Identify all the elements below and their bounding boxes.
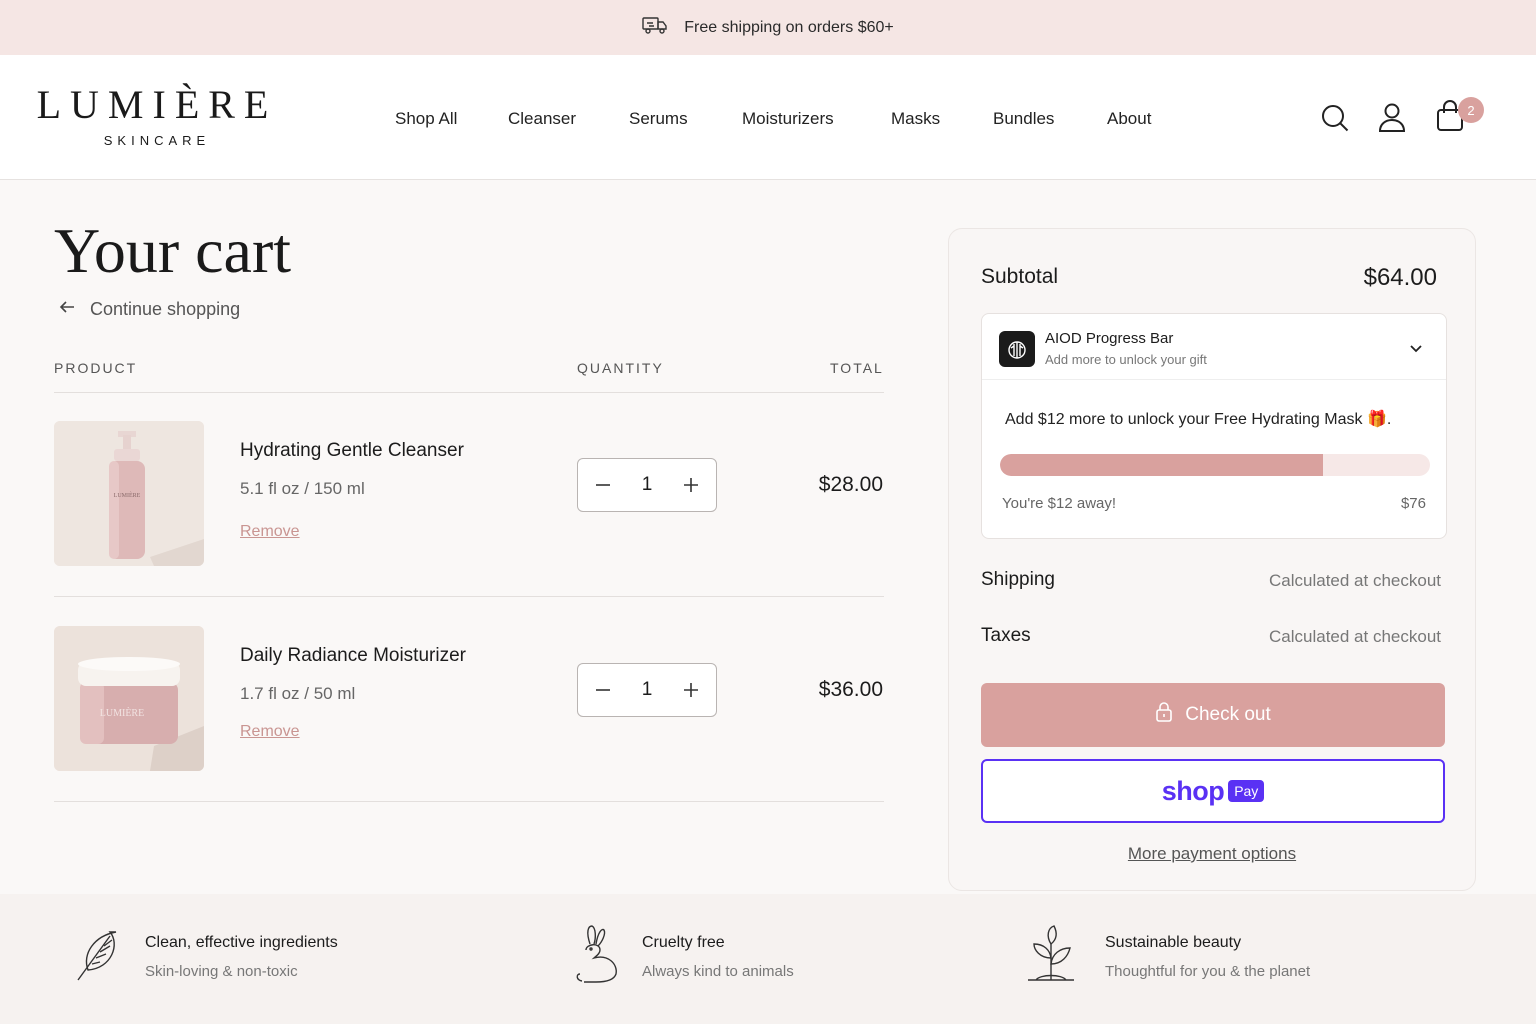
item-name[interactable]: Hydrating Gentle Cleanser [240, 440, 464, 462]
cart-count-badge: 2 [1458, 97, 1484, 123]
announcement-text: Free shipping on orders $60+ [684, 18, 894, 36]
divider [54, 596, 884, 597]
announcement-bar: Free shipping on orders $60+ [0, 0, 1536, 55]
user-icon[interactable] [1377, 101, 1407, 135]
nav-moisturizers[interactable]: Moisturizers [742, 109, 834, 129]
brand-name: LUMIÈRE [36, 82, 278, 127]
feature-title: Cruelty free [642, 934, 725, 951]
item-name[interactable]: Daily Radiance Moisturizer [240, 645, 466, 667]
sprout-icon [1024, 924, 1078, 984]
checkout-button[interactable]: Check out [981, 683, 1445, 747]
progress-message: Add $12 more to unlock your Free Hydrati… [1005, 411, 1392, 428]
taxes-value: Calculated at checkout [1269, 627, 1441, 646]
minus-icon[interactable] [594, 681, 612, 699]
progress-away-text: You're $12 away! [1002, 495, 1117, 512]
aiod-logo-icon [999, 331, 1035, 367]
truck-icon [642, 15, 668, 40]
site-header: LUMIÈRE SKINCARE Shop All Cleanser Serum… [0, 55, 1536, 180]
nav-masks[interactable]: Masks [891, 109, 940, 129]
chevron-down-icon[interactable] [1408, 340, 1424, 356]
quantity-stepper: 1 [577, 458, 717, 512]
feature-title: Clean, effective ingredients [145, 934, 338, 951]
item-variant: 1.7 fl oz / 50 ml [240, 684, 356, 703]
quantity-value[interactable]: 1 [642, 679, 653, 701]
rabbit-icon [572, 924, 626, 984]
brand-tagline: SKINCARE [103, 133, 211, 148]
item-total: $36.00 [818, 678, 883, 701]
feature-title: Sustainable beauty [1105, 934, 1242, 951]
leaf-icon [70, 924, 124, 984]
progress-widget-header[interactable]: AIOD Progress Bar Add more to unlock you… [982, 314, 1446, 380]
shipping-value: Calculated at checkout [1269, 571, 1441, 590]
progress-bar-fill [1000, 454, 1323, 476]
svg-text:LUMIÈRE: LUMIÈRE [100, 707, 144, 719]
progress-bar [1000, 454, 1430, 476]
quantity-value[interactable]: 1 [642, 474, 653, 496]
progress-widget-title: AIOD Progress Bar [1045, 330, 1174, 347]
lock-icon [1155, 702, 1173, 728]
taxes-label: Taxes [981, 625, 1031, 646]
shipping-label: Shipping [981, 569, 1055, 590]
plus-icon[interactable] [682, 681, 700, 699]
order-summary: Subtotal $64.00 AIOD Progress Bar Add mo… [948, 228, 1476, 891]
plus-icon[interactable] [682, 476, 700, 494]
remove-item-button[interactable]: Remove [240, 723, 300, 741]
shop-pay-wordmark: shop [1161, 775, 1225, 806]
column-total: TOTAL [830, 360, 884, 376]
column-product: PRODUCT [54, 360, 138, 376]
nav-serums[interactable]: Serums [629, 109, 688, 129]
nav-cleanser[interactable]: Cleanser [508, 109, 576, 129]
divider [54, 801, 884, 802]
shop-pay-badge: Pay [1228, 780, 1265, 802]
features-strip: Clean, effective ingredients Skin-loving… [0, 894, 1536, 1024]
minus-icon[interactable] [594, 476, 612, 494]
continue-shopping-label: Continue shopping [90, 299, 241, 319]
checkout-label: Check out [1185, 704, 1271, 725]
progress-widget: AIOD Progress Bar Add more to unlock you… [981, 313, 1447, 539]
item-total: $28.00 [818, 473, 883, 496]
nav-bundles[interactable]: Bundles [993, 109, 1054, 129]
product-image-moisturizer[interactable]: LUMIÈRE [54, 626, 204, 771]
progress-goal-text: $76 [1400, 495, 1426, 512]
nav-shop-all[interactable]: Shop All [395, 109, 457, 129]
product-image-cleanser[interactable]: LUMIÈRE [54, 421, 204, 566]
item-variant: 5.1 fl oz / 150 ml [240, 479, 365, 498]
nav-about[interactable]: About [1107, 109, 1151, 129]
continue-shopping-link[interactable]: Continue shopping [58, 298, 240, 321]
subtotal-label: Subtotal [981, 265, 1059, 288]
progress-widget-subtitle: Add more to unlock your gift [1045, 352, 1207, 367]
subtotal-value: $64.00 [1363, 264, 1437, 291]
remove-item-button[interactable]: Remove [240, 523, 300, 541]
page-title: Your cart [54, 215, 292, 286]
divider [54, 392, 884, 393]
brand-logo[interactable]: LUMIÈRE SKINCARE [37, 83, 280, 149]
feature-subtitle: Skin-loving & non-toxic [145, 963, 298, 980]
shop-pay-button[interactable]: shop Pay [981, 759, 1445, 823]
search-icon[interactable] [1320, 101, 1350, 135]
more-payment-options-link[interactable]: More payment options [949, 844, 1475, 864]
feature-subtitle: Always kind to animals [642, 963, 794, 980]
arrow-left-icon [58, 298, 76, 321]
quantity-stepper: 1 [577, 663, 717, 717]
column-quantity: QUANTITY [577, 360, 664, 376]
feature-subtitle: Thoughtful for you & the planet [1105, 963, 1311, 980]
svg-text:LUMIÈRE: LUMIÈRE [114, 491, 141, 499]
